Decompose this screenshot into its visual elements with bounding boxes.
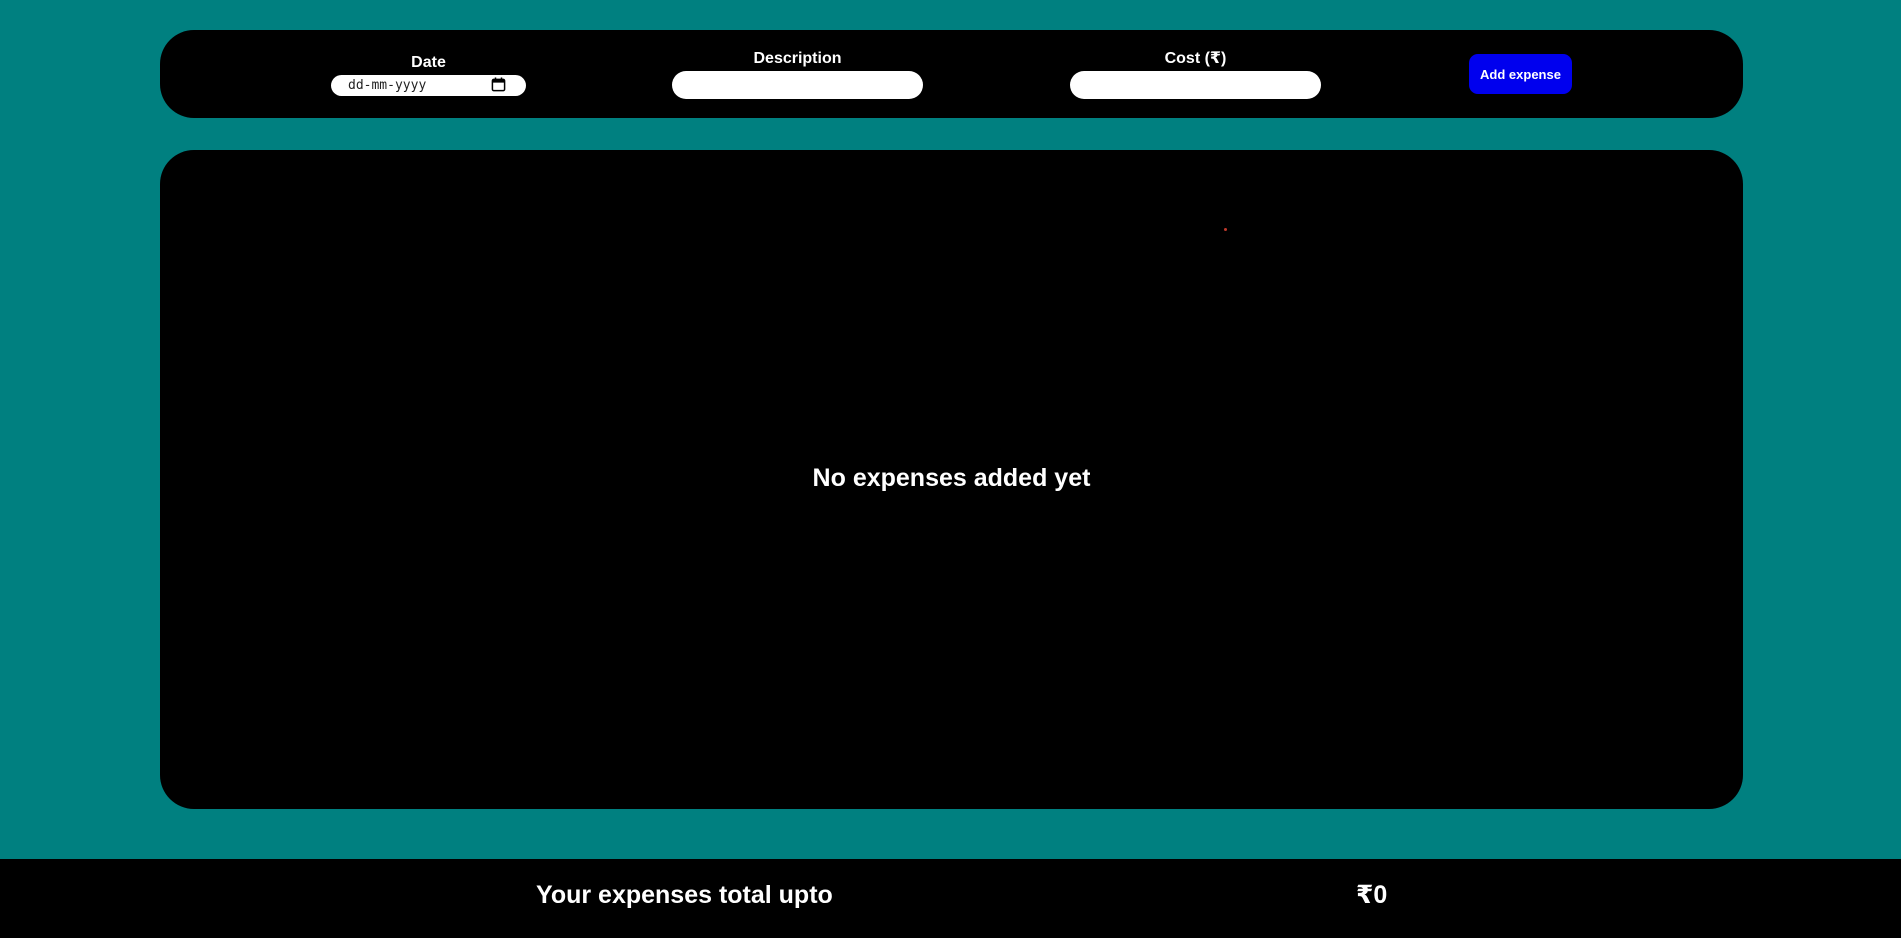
description-field: Description — [672, 50, 923, 99]
add-expense-button[interactable]: Add expense — [1469, 54, 1572, 94]
date-input[interactable]: dd-mm-yyyy — [331, 75, 526, 96]
total-value: ₹0 — [1356, 881, 1388, 909]
total-footer: Your expenses total upto ₹0 — [0, 859, 1901, 938]
description-input[interactable] — [672, 71, 923, 99]
calendar-icon[interactable] — [491, 77, 506, 92]
date-label: Date — [411, 54, 446, 71]
date-placeholder: dd-mm-yyyy — [348, 78, 427, 93]
date-field: Date dd-mm-yyyy — [331, 54, 526, 96]
description-label: Description — [753, 50, 842, 67]
expense-list: No expenses added yet — [160, 150, 1743, 809]
empty-state-message: No expenses added yet — [812, 464, 1091, 492]
cost-input[interactable] — [1070, 71, 1321, 99]
total-label: Your expenses total upto — [536, 881, 833, 909]
cost-label: Cost (₹) — [1164, 50, 1227, 67]
expense-form: Date dd-mm-yyyy Description Cost (₹) Add… — [160, 30, 1743, 118]
mouse-cursor-dot — [1224, 228, 1227, 231]
cost-field: Cost (₹) — [1070, 50, 1321, 99]
